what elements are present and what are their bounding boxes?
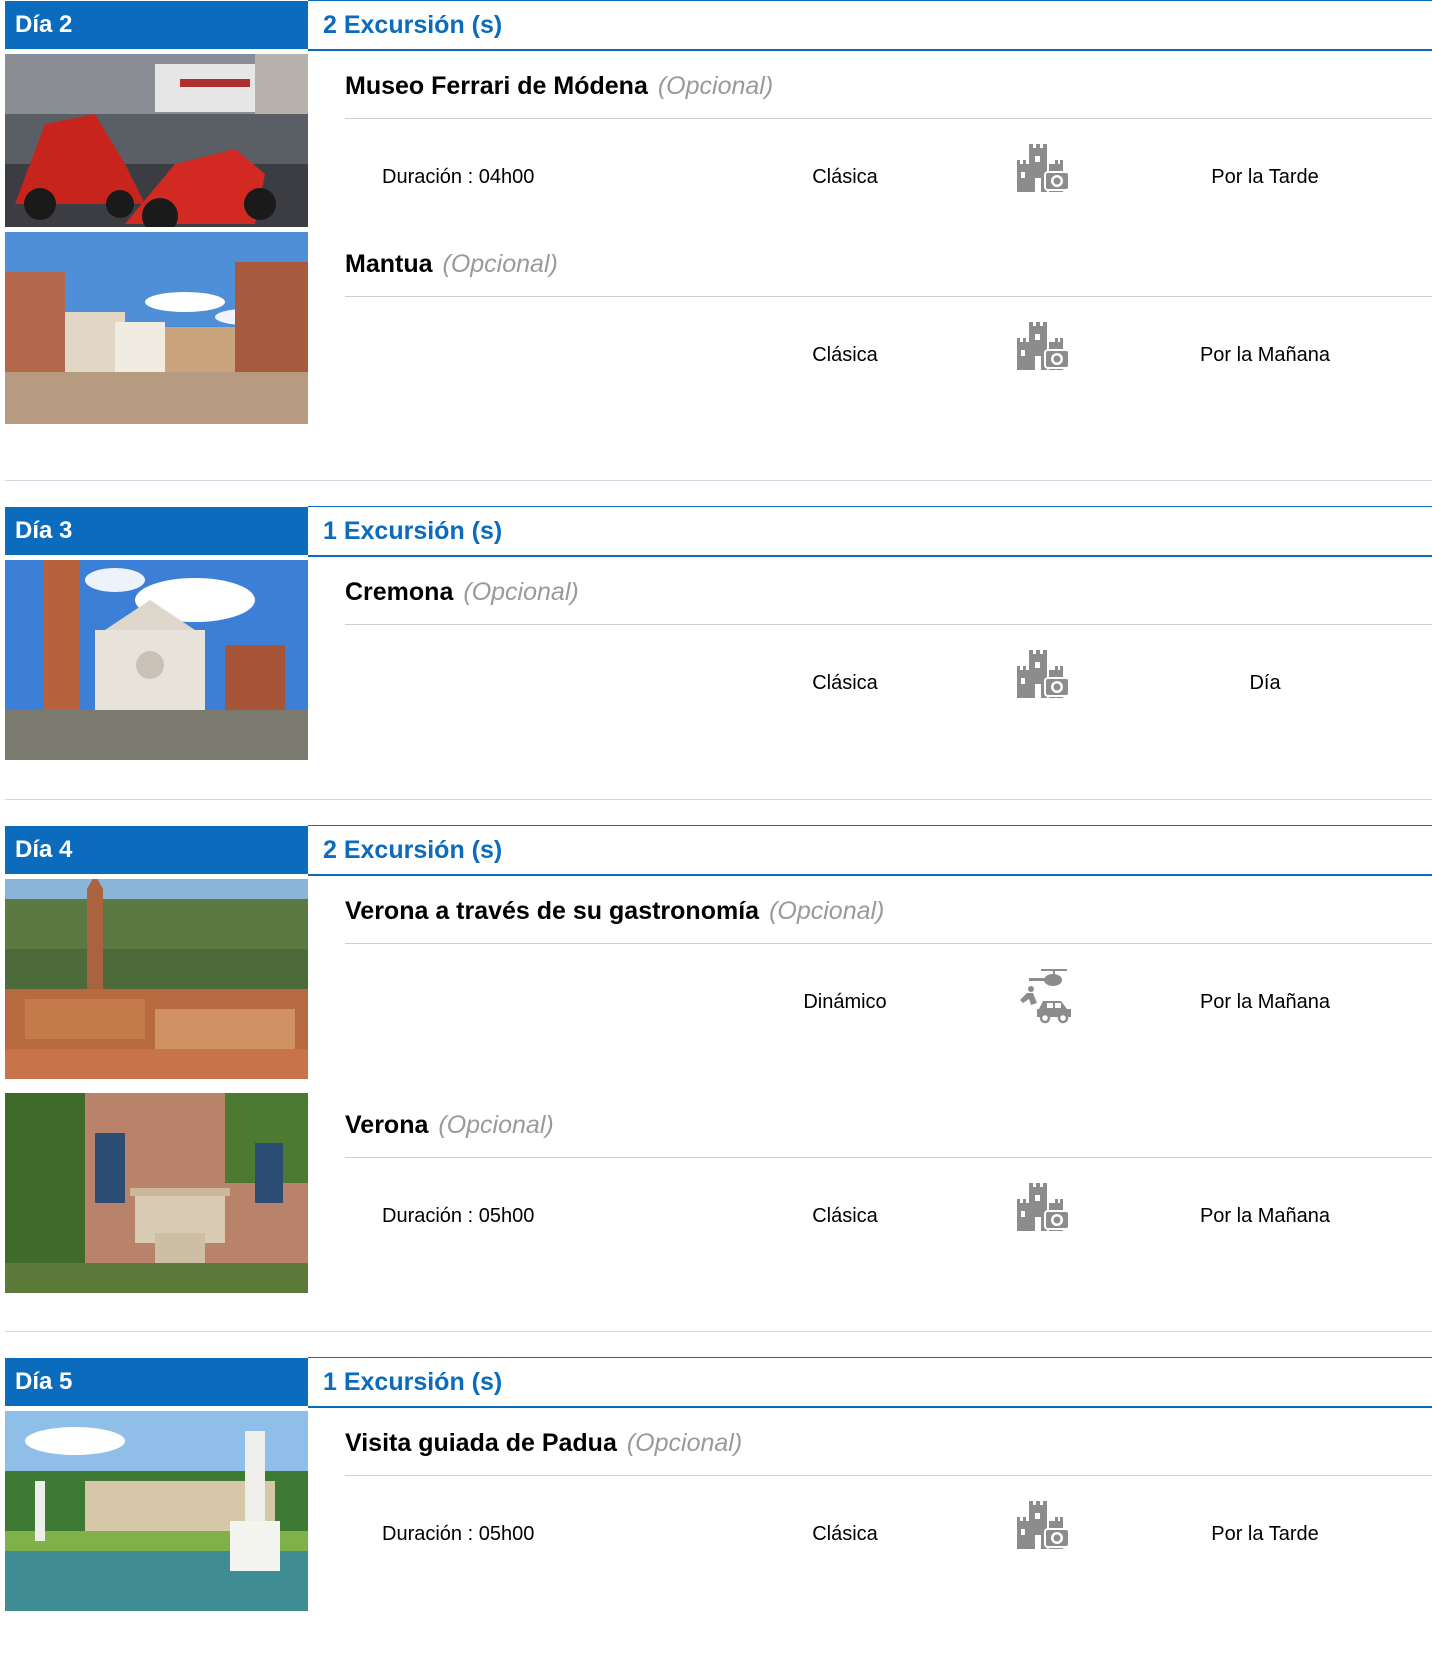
excursion-type: Clásica — [812, 166, 878, 188]
excursion-image[interactable] — [5, 54, 308, 227]
excursion-type: Dinámico — [803, 991, 887, 1013]
time-of-day: Día — [1249, 672, 1281, 694]
itinerary-page: Día 2 2 Excursión (s) Museo Ferrari de M… — [0, 0, 1432, 1653]
excursion-type: Clásica — [812, 1205, 878, 1227]
excursion-title[interactable]: Verona (Opcional) — [345, 1111, 554, 1140]
day-block: Día 2 2 Excursión (s) Museo Ferrari de M… — [5, 0, 1432, 424]
optional-label: (Opcional) — [657, 72, 774, 100]
excursion-image[interactable] — [5, 1411, 308, 1611]
excursion-image[interactable] — [5, 879, 308, 1079]
castle-camera-icon — [1015, 1499, 1075, 1569]
castle-camera-icon — [1015, 1181, 1075, 1251]
day-header: Día 3 1 Excursión (s) — [5, 506, 1432, 557]
excursion-image[interactable] — [5, 1093, 308, 1293]
excursion-count: 1 Excursión (s) — [323, 1368, 503, 1396]
optional-label: (Opcional) — [442, 250, 558, 278]
excursion-title[interactable]: Visita guiada de Padua (Opcional) — [345, 1429, 742, 1458]
optional-label: (Opcional) — [769, 897, 885, 925]
day-label: Día 4 — [5, 826, 308, 874]
excursion-count: 1 Excursión (s) — [323, 517, 503, 545]
helicopter-car-icon — [1015, 967, 1075, 1037]
excursion-title[interactable]: Verona a través de su gastronomía (Opcion… — [345, 897, 884, 926]
day-header: Día 2 2 Excursión (s) — [5, 0, 1432, 51]
day-header: Día 4 2 Excursión (s) — [5, 825, 1432, 876]
time-of-day: Por la Tarde — [1211, 1523, 1319, 1545]
duration: Duración : 04h00 — [382, 166, 535, 188]
excursion-type: Clásica — [812, 1523, 878, 1545]
time-of-day: Por la Tarde — [1211, 166, 1319, 188]
time-of-day: Por la Mañana — [1199, 991, 1331, 1013]
optional-label: (Opcional) — [626, 1429, 743, 1457]
duration: Duración : 05h00 — [382, 1205, 535, 1227]
excursion-title[interactable]: Mantua (Opcional) — [345, 250, 558, 279]
excursion-type: Clásica — [812, 344, 878, 366]
optional-label: (Opcional) — [438, 1111, 554, 1139]
time-of-day: Por la Mañana — [1199, 344, 1331, 366]
time-of-day: Por la Mañana — [1199, 1205, 1331, 1227]
excursion-image[interactable] — [5, 560, 308, 760]
excursion-count: 2 Excursión (s) — [323, 11, 503, 39]
day-label: Día 3 — [5, 507, 308, 555]
excursion-image[interactable] — [5, 232, 308, 424]
day-block: Día 5 1 Excursión (s) Visita guiada de P… — [5, 1357, 1432, 1611]
excursion-title[interactable]: Museo Ferrari de Módena (Opcional) — [345, 72, 773, 101]
day-label: Día 2 — [5, 1, 308, 49]
day-block: Día 4 2 Excursión (s) Verona a través de… — [5, 825, 1432, 1293]
day-label: Día 5 — [5, 1358, 308, 1406]
day-block: Día 3 1 Excursión (s) Cremona (Opcional)… — [5, 506, 1432, 760]
castle-camera-icon — [1015, 320, 1075, 390]
castle-camera-icon — [1015, 142, 1075, 212]
excursion-title[interactable]: Cremona (Opcional) — [345, 578, 579, 607]
duration: Duración : 05h00 — [382, 1523, 535, 1545]
excursion-count: 2 Excursión (s) — [323, 836, 503, 864]
excursion-type: Clásica — [812, 672, 878, 694]
day-header: Día 5 1 Excursión (s) — [5, 1357, 1432, 1408]
castle-camera-icon — [1015, 648, 1075, 718]
optional-label: (Opcional) — [463, 578, 579, 606]
